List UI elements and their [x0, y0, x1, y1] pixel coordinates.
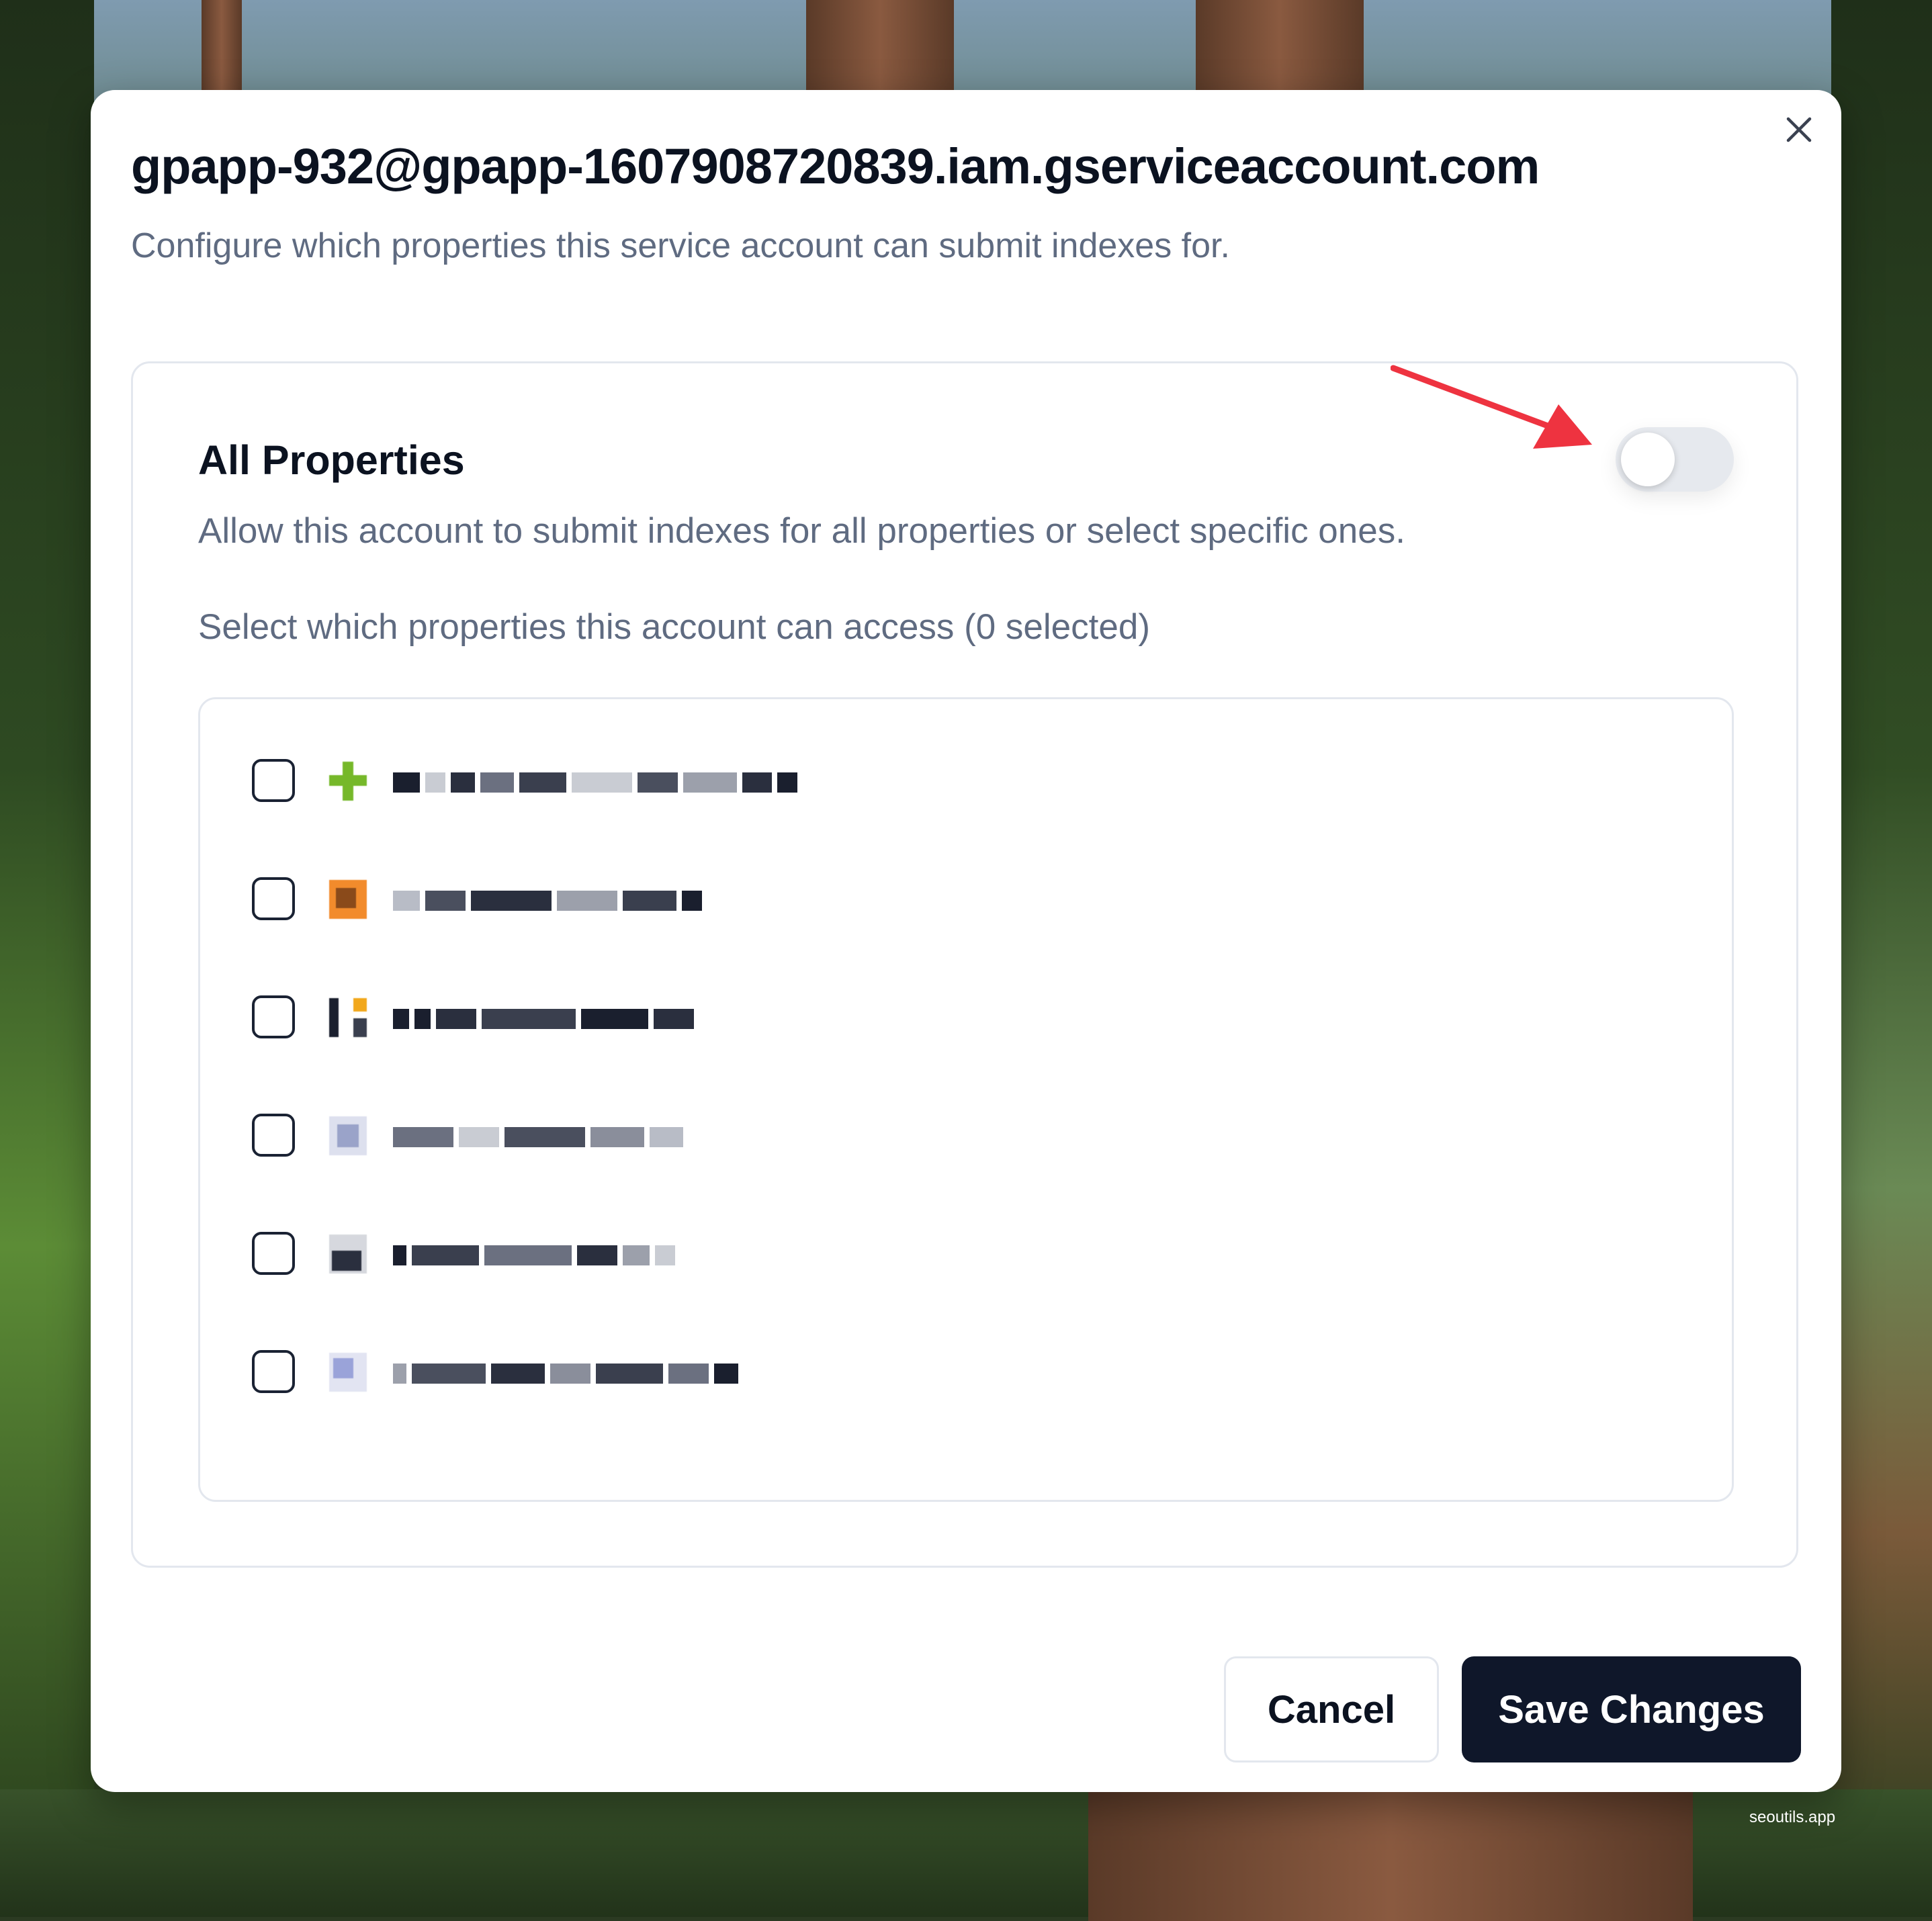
- background-tree-trunk: [1196, 0, 1364, 101]
- save-changes-button[interactable]: Save Changes: [1462, 1656, 1801, 1762]
- selection-count-label: Select which properties this account can…: [198, 607, 1150, 647]
- all-properties-description: Allow this account to submit indexes for…: [198, 511, 1405, 551]
- property-checkbox[interactable]: [252, 759, 295, 802]
- property-checkbox[interactable]: [252, 1350, 295, 1393]
- property-favicon-icon: [329, 1235, 367, 1274]
- list-item: [252, 1114, 1058, 1161]
- dialog-subtitle: Configure which properties this service …: [131, 226, 1230, 265]
- cancel-button[interactable]: Cancel: [1224, 1656, 1439, 1762]
- watermark: seoutils.app: [1749, 1808, 1836, 1826]
- background-tree-trunk: [806, 0, 954, 101]
- list-item: [252, 759, 1058, 806]
- close-icon: [1786, 117, 1812, 142]
- toggle-knob: [1621, 433, 1675, 486]
- annotation-arrow-icon: [1391, 365, 1592, 449]
- property-favicon-icon: [329, 1116, 367, 1155]
- list-item: [252, 995, 1058, 1042]
- all-properties-title: All Properties: [198, 437, 465, 483]
- list-item: [252, 1350, 1058, 1397]
- property-favicon-icon: [329, 1353, 367, 1392]
- property-favicon-icon: [329, 762, 367, 801]
- property-name-redacted: [393, 889, 702, 912]
- property-checkbox[interactable]: [252, 877, 295, 920]
- list-item: [252, 877, 1058, 924]
- background-foliage-left: [0, 0, 94, 1917]
- property-favicon-icon: [329, 998, 367, 1037]
- property-name-redacted: [393, 1008, 694, 1030]
- property-name-redacted: [393, 1126, 683, 1149]
- property-checkbox[interactable]: [252, 1114, 295, 1157]
- property-favicon-icon: [329, 880, 367, 919]
- all-properties-toggle[interactable]: [1616, 427, 1734, 492]
- property-name-redacted: [393, 771, 797, 794]
- dialog-title: gpapp-932@gpapp-1607908720839.iam.gservi…: [131, 138, 1540, 194]
- background-foliage-right: [1831, 0, 1932, 1917]
- property-name-redacted: [393, 1362, 738, 1385]
- list-item: [252, 1232, 1058, 1279]
- close-button[interactable]: [1780, 111, 1818, 148]
- background-tree-trunk: [1088, 1787, 1693, 1921]
- property-checkbox[interactable]: [252, 995, 295, 1038]
- property-checkbox[interactable]: [252, 1232, 295, 1275]
- property-name-redacted: [393, 1244, 675, 1267]
